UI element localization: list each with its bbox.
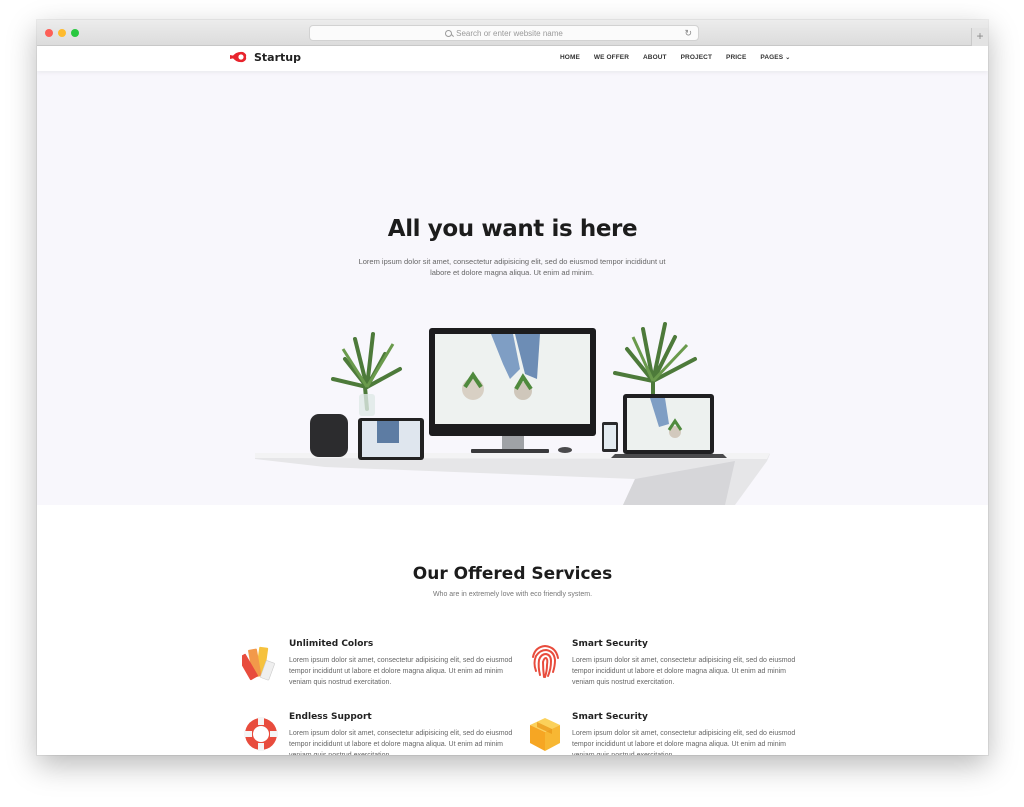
- service-description: Lorem ipsum dolor sit amet, consectetur …: [289, 657, 513, 687]
- plant-left: [331, 332, 402, 416]
- plant-right: [613, 322, 697, 406]
- service-card[interactable]: Smart Security Lorem ipsum dolor sit ame…: [525, 639, 795, 699]
- devices-desk-illustration: [255, 322, 770, 505]
- search-icon: [445, 29, 453, 37]
- nav-price[interactable]: PRICE: [726, 54, 746, 61]
- service-title: Smart Security: [572, 712, 648, 722]
- nav-pages-label: PAGES: [760, 54, 784, 61]
- nav-we-offer[interactable]: WE OFFER: [594, 54, 629, 61]
- nav-project[interactable]: PROJECT: [681, 54, 712, 61]
- minimize-window-button[interactable]: [58, 29, 66, 37]
- site-navbar: Startup HOME WE OFFER ABOUT PROJECT PRIC…: [37, 46, 988, 71]
- browser-toolbar: Search or enter website name ↻ +: [37, 20, 988, 46]
- service-title: Endless Support: [289, 712, 372, 722]
- services-subtitle: Who are in extremely love with eco frien…: [432, 591, 593, 598]
- service-title: Smart Security: [572, 639, 648, 649]
- box-icon: [530, 718, 560, 751]
- maximize-window-button[interactable]: [71, 29, 79, 37]
- brand-name: Startup: [254, 50, 301, 64]
- service-description: Lorem ipsum dolor sit amet, consectetur …: [572, 730, 796, 755]
- main-menu: HOME WE OFFER ABOUT PROJECT PRICE PAGES ⌄: [560, 54, 790, 61]
- close-window-button[interactable]: [45, 29, 53, 37]
- address-bar-placeholder: Search or enter website name: [456, 28, 563, 38]
- service-description: Lorem ipsum dolor sit amet, consectetur …: [572, 657, 796, 687]
- service-title: Unlimited Colors: [289, 639, 374, 649]
- nav-pages-dropdown[interactable]: PAGES ⌄: [760, 54, 790, 61]
- service-card[interactable]: Endless Support Lorem ipsum dolor sit am…: [242, 712, 512, 755]
- site-logo[interactable]: Startup: [230, 50, 301, 64]
- nav-home[interactable]: HOME: [560, 54, 580, 61]
- hero-section: All you want is here Lorem ipsum dolor s…: [37, 71, 988, 505]
- chevron-down-icon: ⌄: [785, 55, 791, 61]
- services-section: Our Offered Services Who are in extremel…: [37, 505, 988, 755]
- color-swatch-icon: [242, 646, 275, 681]
- service-description: Lorem ipsum dolor sit amet, consectetur …: [289, 730, 513, 755]
- browser-window: Search or enter website name ↻ + Startup…: [37, 20, 988, 755]
- lifebuoy-icon: [244, 717, 278, 751]
- rocket-logo-icon: [230, 51, 247, 63]
- address-bar[interactable]: Search or enter website name ↻: [309, 25, 699, 41]
- new-tab-button[interactable]: +: [971, 28, 988, 46]
- nav-about[interactable]: ABOUT: [643, 54, 667, 61]
- services-title: Our Offered Services: [412, 564, 613, 584]
- hero-title: All you want is here: [387, 216, 638, 242]
- fingerprint-icon: [532, 644, 559, 678]
- reload-icon[interactable]: ↻: [684, 28, 692, 39]
- service-card[interactable]: Smart Security Lorem ipsum dolor sit ame…: [525, 712, 795, 755]
- hero-subtitle: Lorem ipsum dolor sit amet, consectetur …: [358, 257, 666, 277]
- service-card[interactable]: Unlimited Colors Lorem ipsum dolor sit a…: [242, 639, 512, 699]
